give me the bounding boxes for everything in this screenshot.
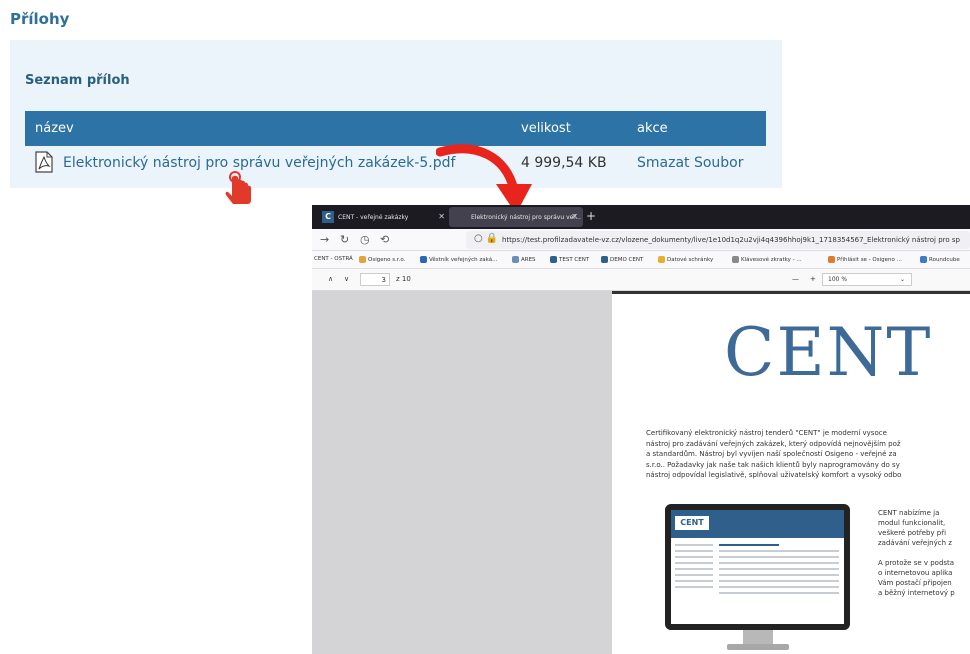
section-title: Přílohy xyxy=(10,10,70,28)
url-text: https://test.profilzadavatele-vz.cz/vloz… xyxy=(502,236,960,244)
zoom-select[interactable]: 100 % ⌄ xyxy=(822,273,912,286)
previous-page-icon[interactable]: ∧ xyxy=(328,275,333,283)
browser-window: C CENT - veřejné zakázky ✕ Elektronický … xyxy=(312,205,970,654)
zoom-in-icon[interactable]: + xyxy=(810,275,816,283)
table-header: název velikost akce xyxy=(25,111,766,146)
bookmark-icon xyxy=(920,256,927,263)
bookmark-item[interactable]: Přihlásit se - Osigeno ... xyxy=(828,256,902,263)
cent-logo: CENT xyxy=(724,314,933,391)
close-tab-icon[interactable]: ✕ xyxy=(571,212,578,221)
bookmark-icon xyxy=(550,256,557,263)
page-number-input[interactable]: 3 xyxy=(360,273,390,286)
monitor-cent-logo: CENT xyxy=(675,516,709,530)
bookmark-item[interactable]: Klávesové zkratky - ... xyxy=(732,256,802,263)
close-tab-icon[interactable]: ✕ xyxy=(438,212,445,221)
lock-icon: ○ 🔒 xyxy=(474,233,499,244)
pdf-file-icon xyxy=(35,151,53,173)
pdf-side-text: CENT nabízíme ja modul funkcionalit, veš… xyxy=(878,509,955,597)
tab-label: Elektronický nástroj pro správu veř... xyxy=(471,214,581,221)
attachments-list-title: Seznam příloh xyxy=(25,73,130,88)
bookmark-item[interactable]: Roundcube xyxy=(920,256,960,263)
page-count: z 10 xyxy=(396,275,411,283)
next-page-icon[interactable]: ∨ xyxy=(344,275,349,283)
bookmark-icon xyxy=(732,256,739,263)
bookmark-icon xyxy=(828,256,835,263)
tab-label: CENT - veřejné zakázky xyxy=(338,214,409,221)
hand-pointer-icon xyxy=(225,171,251,204)
bookmark-item[interactable]: Datové schránky xyxy=(658,256,713,263)
forward-icon[interactable]: → xyxy=(320,233,329,246)
bookmark-item[interactable]: CENT - OSTRÁ xyxy=(314,256,353,262)
column-header-size: velikost xyxy=(521,121,571,136)
bookmark-icon xyxy=(512,256,519,263)
new-tab-icon[interactable]: + xyxy=(586,209,596,223)
history-icon[interactable]: ◷ xyxy=(360,233,370,246)
zoom-value: 100 % xyxy=(828,276,848,283)
zoom-out-icon[interactable]: — xyxy=(792,275,799,283)
pdf-viewer: CENT Certifikovaný elektronický nástroj … xyxy=(312,291,970,654)
attachments-panel: Seznam příloh název velikost akce Elektr… xyxy=(10,40,782,188)
bookmark-item[interactable]: Osigeno s.r.o. xyxy=(359,256,405,263)
browser-tab-cent[interactable]: C CENT - veřejné zakázky ✕ xyxy=(316,207,450,227)
chevron-down-icon: ⌄ xyxy=(899,276,905,283)
bookmark-item[interactable]: Věstník veřejných zaká... xyxy=(420,256,497,263)
bookmark-item[interactable]: ARES xyxy=(512,256,536,263)
bookmark-icon xyxy=(658,256,665,263)
bookmark-icon xyxy=(359,256,366,263)
delete-file-link[interactable]: Smazat Soubor xyxy=(637,155,744,171)
bookmarks-bar: CENT - OSTRÁ Osigeno s.r.o. Věstník veře… xyxy=(312,251,970,269)
pdf-toolbar: ∧ ∨ 3 z 10 — + 100 % ⌄ xyxy=(312,269,970,291)
bookmark-icon xyxy=(420,256,427,263)
pdf-page: CENT Certifikovaný elektronický nástroj … xyxy=(612,291,970,654)
column-header-action: akce xyxy=(637,121,668,136)
cent-favicon-icon: C xyxy=(322,211,334,223)
reload-icon[interactable]: ↻ xyxy=(340,233,349,246)
monitor-image: CENT xyxy=(665,504,850,652)
attachment-file-link[interactable]: Elektronický nástroj pro správu veřejnýc… xyxy=(63,155,455,171)
column-header-name: název xyxy=(35,121,74,136)
pdf-intro-text: Certifikovaný elektronický nástroj tende… xyxy=(646,429,902,479)
bookmark-icon xyxy=(601,256,608,263)
undo-icon[interactable]: ⟲ xyxy=(380,233,389,246)
browser-tab-pdf[interactable]: Elektronický nástroj pro správu veř... ✕ xyxy=(449,207,583,227)
browser-nav-bar: → ↻ ◷ ⟲ ○ 🔒 https://test.profilzadavatel… xyxy=(312,229,970,251)
bookmark-item[interactable]: TEST CENT xyxy=(550,256,589,263)
bookmark-item[interactable]: DEMO CENT xyxy=(601,256,643,263)
table-row: Elektronický nástroj pro správu veřejnýc… xyxy=(25,146,766,182)
url-bar[interactable]: ○ 🔒 https://test.profilzadavatele-vz.cz/… xyxy=(466,231,970,249)
browser-tab-bar: C CENT - veřejné zakázky ✕ Elektronický … xyxy=(312,205,970,229)
